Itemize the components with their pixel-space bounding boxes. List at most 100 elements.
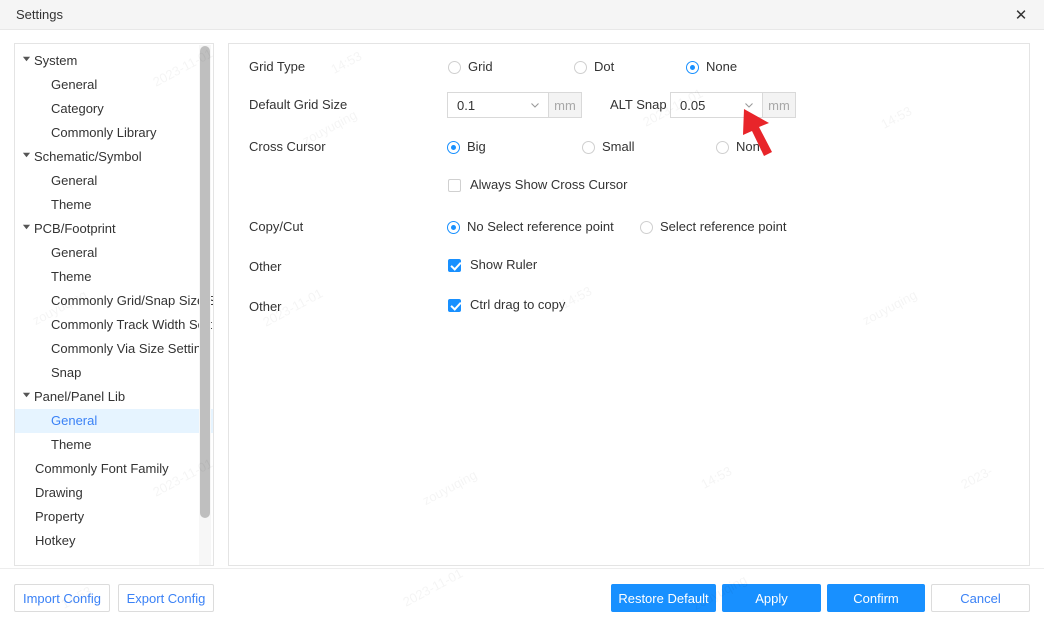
copy-cut-radio-group: No Select reference point Select referen… xyxy=(229,217,1029,237)
radio-indicator xyxy=(447,140,460,154)
checkbox-label: Always Show Cross Cursor xyxy=(470,177,628,192)
sidebar-item-pcb-footprint[interactable]: PCB/Footprint xyxy=(15,217,213,241)
sidebar-item-general[interactable]: General xyxy=(15,409,213,433)
sidebar-item-label: Panel/Panel Lib xyxy=(34,389,126,404)
radio-label: None xyxy=(706,59,738,74)
sidebar-item-drawing[interactable]: Drawing xyxy=(15,481,213,505)
settings-content-panel: Grid Type Grid Dot None Default Grid Siz… xyxy=(228,43,1030,566)
sidebar-item-label: Theme xyxy=(51,437,92,452)
default-grid-size-unit: mm xyxy=(549,92,582,118)
default-grid-size-value: 0.1 xyxy=(457,97,476,113)
sidebar-item-system[interactable]: System xyxy=(15,49,213,73)
checkbox-always-show-cross-cursor[interactable]: Always Show Cross Cursor xyxy=(448,177,628,193)
radio-no-select-reference-point[interactable]: No Select reference point xyxy=(447,219,614,235)
sidebar-item-label: Commonly Via Size Setting xyxy=(51,341,209,356)
sidebar-item-theme[interactable]: Theme xyxy=(15,193,213,217)
sidebar-item-panel-panel-lib[interactable]: Panel/Panel Lib xyxy=(15,385,213,409)
sidebar-item-commonly-grid-snap-size-s[interactable]: Commonly Grid/Snap Size S xyxy=(15,289,213,313)
alt-snap-select[interactable]: 0.05 xyxy=(670,92,763,118)
radio-grid-type-dot[interactable]: Dot xyxy=(574,59,614,75)
sidebar-item-label: General xyxy=(51,413,98,428)
sidebar-item-commonly-via-size-setting[interactable]: Commonly Via Size Setting xyxy=(15,337,213,361)
cross-cursor-radio-group: Big Small None xyxy=(229,137,1029,157)
sidebar-item-label: Schematic/Symbol xyxy=(34,149,142,164)
chevron-down-icon xyxy=(744,100,754,110)
checkbox-label: Show Ruler xyxy=(470,257,538,272)
confirm-button[interactable]: Confirm xyxy=(827,584,925,612)
sidebar-item-label: Hotkey xyxy=(35,533,76,548)
checkbox-label: Ctrl drag to copy xyxy=(470,297,566,312)
radio-label: Big xyxy=(467,139,486,154)
sidebar-item-snap[interactable]: Snap xyxy=(15,361,213,385)
radio-indicator xyxy=(716,140,729,154)
sidebar-item-category[interactable]: Category xyxy=(15,97,213,121)
checkbox-show-ruler[interactable]: Show Ruler xyxy=(448,257,537,273)
caret-down-icon[interactable] xyxy=(22,150,34,159)
alt-snap-value: 0.05 xyxy=(680,97,706,113)
alt-snap-label: ALT Snap xyxy=(610,97,667,112)
sidebar-item-theme[interactable]: Theme xyxy=(15,433,213,457)
sidebar-item-label: Commonly Font Family xyxy=(35,461,169,476)
sidebar-item-general[interactable]: General xyxy=(15,169,213,193)
sidebar-item-general[interactable]: General xyxy=(15,241,213,265)
sidebar-scrollbar[interactable] xyxy=(199,45,211,565)
caret-down-icon[interactable] xyxy=(22,222,34,231)
sidebar-item-label: Commonly Library xyxy=(51,125,157,140)
sidebar-item-label: Commonly Grid/Snap Size S xyxy=(51,293,213,308)
sidebar-item-label: System xyxy=(34,53,78,68)
default-grid-size-select-group: 0.1 mm xyxy=(447,92,582,118)
sidebar-item-label: Category xyxy=(51,101,104,116)
page-title: Settings xyxy=(16,7,63,22)
sidebar-item-label: Theme xyxy=(51,269,92,284)
sidebar-item-schematic-symbol[interactable]: Schematic/Symbol xyxy=(15,145,213,169)
radio-cross-cursor-small[interactable]: Small xyxy=(582,139,635,155)
radio-grid-type-grid[interactable]: Grid xyxy=(448,59,493,75)
radio-indicator xyxy=(582,140,595,154)
sidebar-scrollbar-thumb[interactable] xyxy=(200,46,210,518)
alt-snap-unit: mm xyxy=(763,92,796,118)
radio-label: No Select reference point xyxy=(467,219,614,234)
sidebar-item-property[interactable]: Property xyxy=(15,505,213,529)
cancel-button[interactable]: Cancel xyxy=(931,584,1030,612)
radio-label: None xyxy=(736,139,768,154)
caret-down-icon[interactable] xyxy=(22,390,34,399)
restore-default-button[interactable]: Restore Default xyxy=(611,584,716,612)
default-grid-size-label: Default Grid Size xyxy=(249,97,348,112)
radio-cross-cursor-none[interactable]: None xyxy=(716,139,767,155)
sidebar-item-hotkey[interactable]: Hotkey xyxy=(15,529,213,553)
radio-indicator xyxy=(447,220,460,234)
sidebar-item-label: Commonly Track Width Setti xyxy=(51,317,213,332)
radio-select-reference-point[interactable]: Select reference point xyxy=(640,219,786,235)
radio-indicator xyxy=(448,60,461,74)
sidebar-item-label: Property xyxy=(35,509,85,524)
sidebar-item-label: Theme xyxy=(51,197,92,212)
checkbox-indicator xyxy=(448,258,461,272)
dialog-footer: Import Config Export Config Restore Defa… xyxy=(0,568,1044,624)
settings-sidebar: System General Category Commonly Library Sch… xyxy=(14,43,214,566)
radio-label: Select reference point xyxy=(660,219,787,234)
apply-button[interactable]: Apply xyxy=(722,584,821,612)
checkbox-indicator xyxy=(448,298,461,312)
default-grid-size-select[interactable]: 0.1 xyxy=(447,92,549,118)
sidebar-item-commonly-library[interactable]: Commonly Library xyxy=(15,121,213,145)
sidebar-item-general[interactable]: General xyxy=(15,73,213,97)
export-config-button[interactable]: Export Config xyxy=(118,584,214,612)
radio-grid-type-none[interactable]: None xyxy=(686,59,737,75)
close-icon[interactable]: ✕ xyxy=(998,0,1044,29)
radio-cross-cursor-big[interactable]: Big xyxy=(447,139,486,155)
sidebar-item-commonly-track-width-setti[interactable]: Commonly Track Width Setti xyxy=(15,313,213,337)
settings-dialog: Settings ✕ System General Category Commonly… xyxy=(0,0,1044,624)
sidebar-item-label: Snap xyxy=(51,365,82,380)
show-ruler-row-label: Other xyxy=(249,259,282,274)
sidebar-item-commonly-font-family[interactable]: Commonly Font Family xyxy=(15,457,213,481)
sidebar-item-label: General xyxy=(51,245,98,260)
sidebar-item-theme[interactable]: Theme xyxy=(15,265,213,289)
checkbox-ctrl-drag-copy[interactable]: Ctrl drag to copy xyxy=(448,297,565,313)
import-config-button[interactable]: Import Config xyxy=(14,584,110,612)
radio-label: Small xyxy=(602,139,635,154)
checkbox-indicator xyxy=(448,178,461,192)
radio-label: Dot xyxy=(594,59,615,74)
grid-type-radio-group: Grid Dot None xyxy=(229,57,1029,77)
caret-down-icon[interactable] xyxy=(22,54,34,63)
sidebar-item-label: PCB/Footprint xyxy=(34,221,116,236)
